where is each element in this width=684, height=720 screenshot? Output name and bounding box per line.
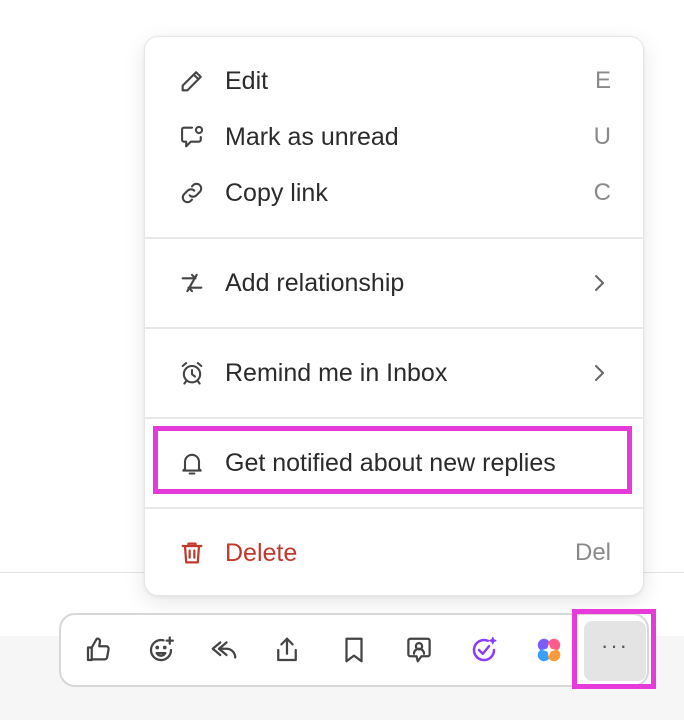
- like-button[interactable]: [80, 634, 116, 670]
- shortcut-hint: U: [593, 123, 611, 150]
- bookmark-icon: [339, 635, 369, 670]
- menu-item-label: Get notified about new replies: [225, 448, 556, 477]
- shortcut-hint: Del: [574, 539, 611, 566]
- relationship-arrows-icon: [177, 268, 207, 298]
- assign-comment-button[interactable]: [401, 634, 437, 670]
- menu-item-label: Remind me in Inbox: [225, 358, 448, 387]
- reply-button[interactable]: [206, 634, 242, 670]
- alarm-clock-icon: [177, 358, 207, 388]
- menu-item-label: Edit: [225, 66, 269, 95]
- menu-divider: [145, 327, 643, 329]
- menu-item-mark-unread[interactable]: Mark as unread U: [145, 113, 643, 161]
- chat-unread-icon: [177, 122, 207, 152]
- ai-assistant-button[interactable]: [531, 634, 567, 670]
- share-button[interactable]: [269, 634, 305, 670]
- shortcut-hint: E: [594, 67, 611, 94]
- thumbs-up-icon: [83, 635, 113, 670]
- ai-sparkle-icon: [534, 635, 564, 670]
- reply-icon: [209, 635, 239, 670]
- menu-divider: [145, 507, 643, 509]
- menu-item-label: Mark as unread: [225, 122, 399, 151]
- message-action-toolbar: [59, 613, 649, 687]
- assign-comment-icon: [404, 635, 434, 670]
- menu-item-delete[interactable]: Delete Del: [145, 529, 643, 577]
- add-reaction-button[interactable]: [143, 634, 179, 670]
- ai-check-button[interactable]: [466, 634, 502, 670]
- page: Edit E Mark as unread U Copy link C Add …: [0, 0, 684, 720]
- menu-item-label: Delete: [225, 538, 298, 567]
- menu-item-remind-me[interactable]: Remind me in Inbox: [145, 349, 643, 397]
- pencil-icon: [177, 66, 207, 96]
- more-actions-button[interactable]: ···: [584, 621, 646, 681]
- menu-item-label: Add relationship: [225, 268, 405, 297]
- shortcut-hint: C: [593, 179, 611, 206]
- context-menu: Edit E Mark as unread U Copy link C Add …: [144, 36, 644, 596]
- menu-divider: [145, 417, 643, 419]
- menu-item-label: Copy link: [225, 178, 328, 207]
- share-icon: [272, 635, 302, 670]
- trash-icon: [177, 538, 207, 568]
- menu-item-edit[interactable]: Edit E: [145, 57, 643, 105]
- bookmark-button[interactable]: [336, 634, 372, 670]
- add-emoji-icon: [146, 635, 176, 670]
- chevron-right-icon: [589, 361, 609, 385]
- ellipsis-icon: ···: [601, 633, 629, 658]
- menu-item-add-relationship[interactable]: Add relationship: [145, 259, 643, 307]
- bell-icon: [177, 448, 207, 478]
- menu-item-get-notified[interactable]: Get notified about new replies: [145, 439, 643, 487]
- ai-check-icon: [469, 635, 499, 670]
- chevron-right-icon: [589, 271, 609, 295]
- menu-divider: [145, 237, 643, 239]
- link-icon: [177, 178, 207, 208]
- menu-item-copy-link[interactable]: Copy link C: [145, 169, 643, 217]
